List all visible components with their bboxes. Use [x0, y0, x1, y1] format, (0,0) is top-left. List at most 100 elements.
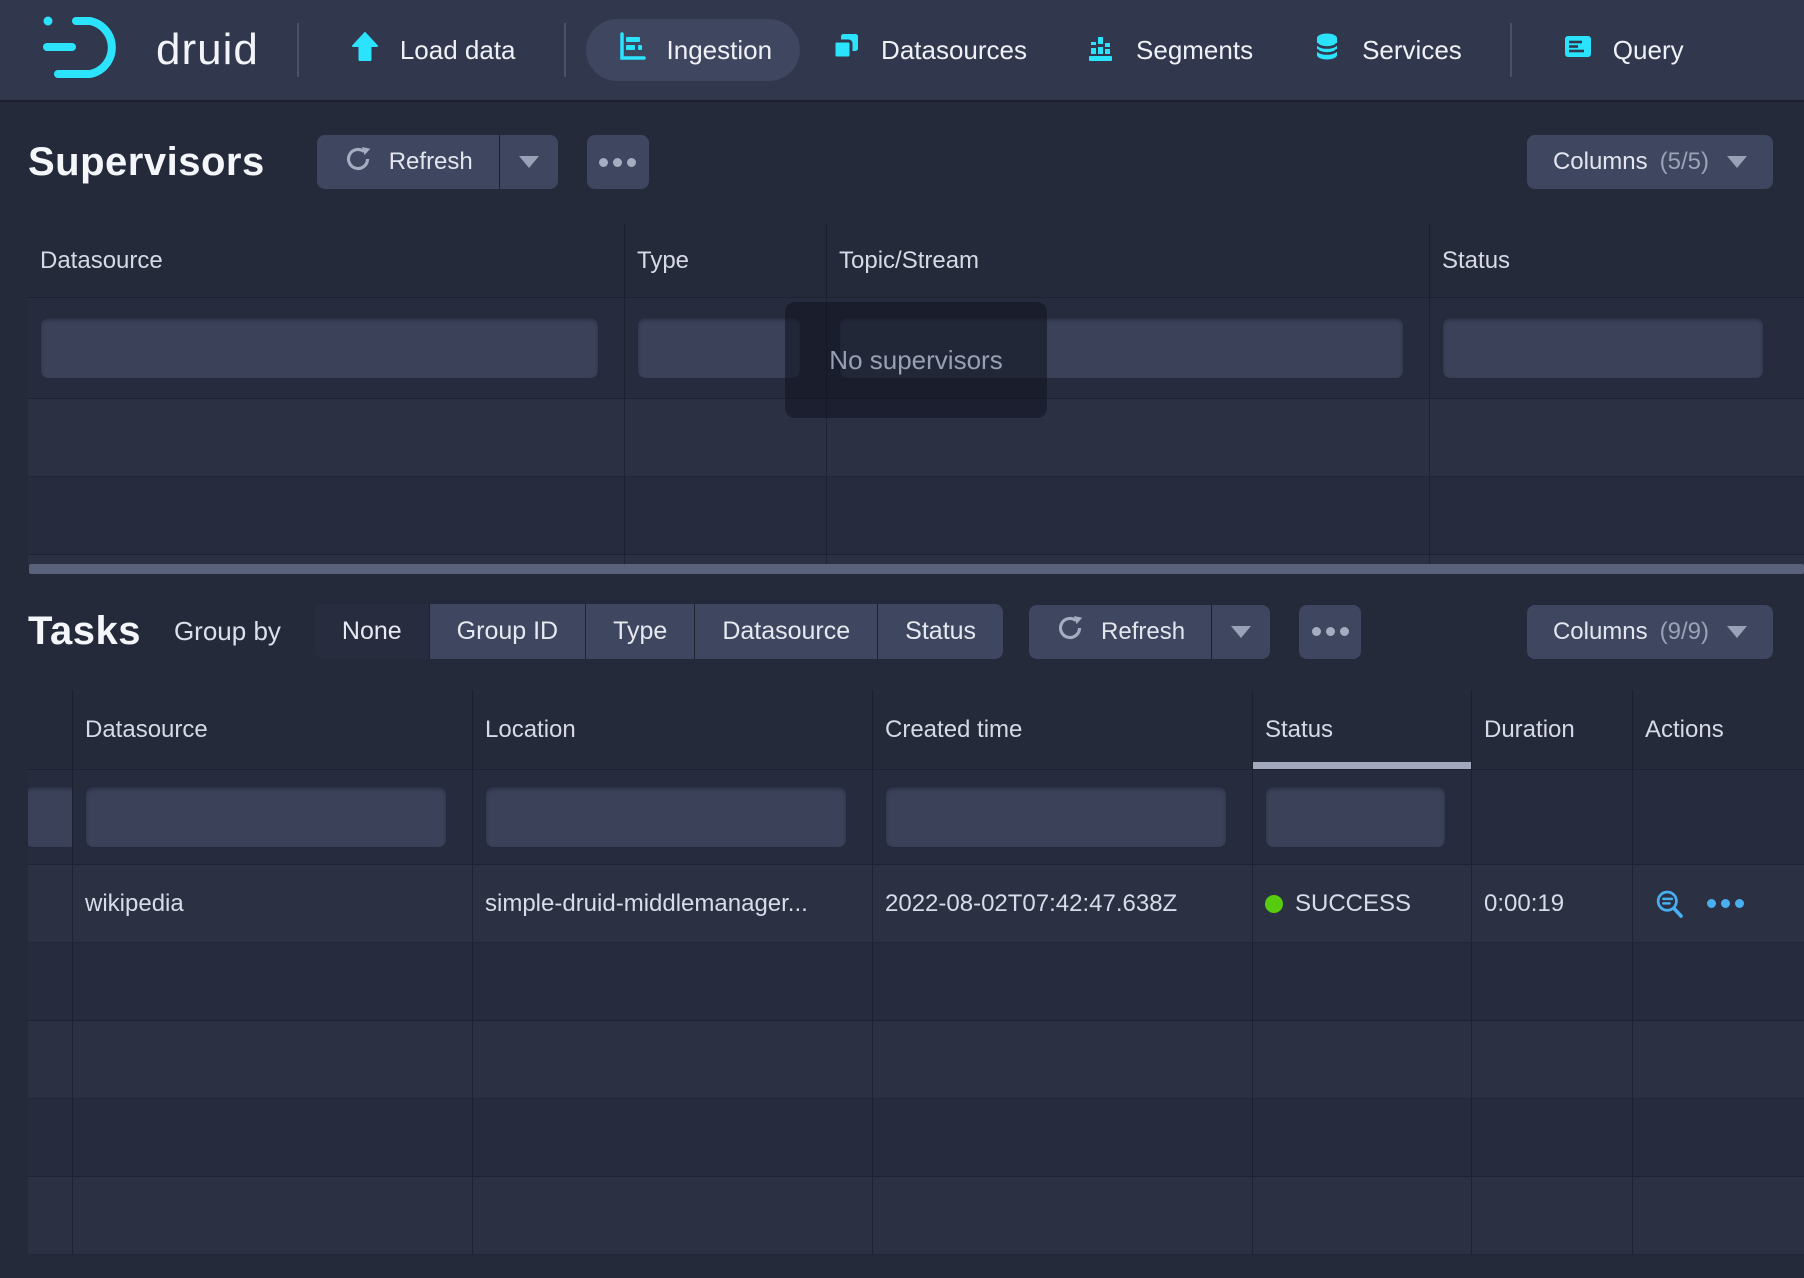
nav-item-load-data[interactable]: Load data [319, 19, 544, 81]
chevron-down-icon [1727, 156, 1747, 168]
column-header-stub [28, 690, 73, 769]
group-by-label: Group by [174, 616, 281, 647]
bar-chart-icon [1083, 29, 1119, 72]
tasks-more-button[interactable] [1299, 605, 1361, 659]
columns-count: (5/5) [1660, 148, 1709, 176]
supervisors-toolbar: Supervisors Refresh Columns (5/5) [28, 134, 1773, 190]
group-by-datasource-button[interactable]: Datasource [694, 604, 877, 659]
table-row [28, 555, 1804, 564]
nav-item-query[interactable]: Query [1532, 19, 1712, 81]
task-datasource-cell: wikipedia [73, 865, 473, 942]
datasource-filter-input[interactable] [85, 786, 447, 848]
group-by-button-group: None Group ID Type Datasource Status [315, 604, 1003, 659]
column-header-type[interactable]: Type [625, 224, 827, 297]
refresh-icon [1055, 613, 1085, 650]
column-header-duration[interactable]: Duration [1472, 690, 1633, 769]
chevron-down-icon [1727, 626, 1747, 638]
console-icon [1560, 29, 1596, 72]
column-header-topic-stream[interactable]: Topic/Stream [827, 224, 1430, 297]
topic-stream-filter-input[interactable] [839, 317, 1404, 379]
task-status-cell: SUCCESS [1253, 865, 1472, 942]
nav-item-label: Segments [1136, 35, 1253, 66]
refresh-icon [343, 144, 373, 181]
column-header-location[interactable]: Location [473, 690, 873, 769]
group-by-group-id-button[interactable]: Group ID [429, 604, 585, 659]
created-time-filter-input[interactable] [885, 786, 1227, 848]
nav-item-label: Ingestion [667, 35, 773, 66]
column-header-status[interactable]: Status [1253, 690, 1472, 769]
task-row-wikipedia: wikipedia simple-druid-middlemanager... … [28, 865, 1804, 943]
nav-item-services[interactable]: Services [1281, 19, 1490, 81]
gantt-chart-icon [614, 29, 650, 72]
refresh-label: Refresh [389, 148, 473, 176]
chevron-down-icon [1231, 626, 1251, 638]
tasks-filter-row [28, 770, 1804, 865]
columns-label: Columns [1553, 618, 1648, 646]
column-header-actions[interactable]: Actions [1633, 690, 1804, 769]
brand-name: druid [156, 25, 259, 75]
group-by-status-button[interactable]: Status [877, 604, 1003, 659]
columns-count: (9/9) [1660, 618, 1709, 646]
supervisors-table: Datasource Type Topic/Stream Status No s… [28, 224, 1804, 564]
nav-item-datasources[interactable]: Datasources [800, 19, 1055, 81]
upload-arrow-icon [347, 29, 383, 72]
datasource-filter-input[interactable] [40, 317, 599, 379]
layers-icon [828, 29, 864, 72]
nav-item-label: Query [1613, 35, 1684, 66]
column-header-created-time[interactable]: Created time [873, 690, 1253, 769]
supervisors-columns-button[interactable]: Columns (5/5) [1527, 135, 1773, 189]
nav-divider [564, 23, 566, 77]
columns-label: Columns [1553, 148, 1648, 176]
supervisors-refresh-button[interactable]: Refresh [317, 135, 500, 189]
stub-filter-input[interactable] [28, 786, 73, 848]
tasks-table: Datasource Location Created time Status … [28, 690, 1804, 1255]
more-icon [1312, 627, 1321, 636]
nav-divider [297, 23, 299, 77]
status-filter-input[interactable] [1442, 317, 1764, 379]
refresh-label: Refresh [1101, 618, 1185, 646]
supervisors-table-header: Datasource Type Topic/Stream Status [28, 224, 1804, 298]
column-header-datasource[interactable]: Datasource [28, 224, 625, 297]
location-filter-input[interactable] [485, 786, 847, 848]
type-filter-input[interactable] [637, 317, 801, 379]
column-header-datasource[interactable]: Datasource [73, 690, 473, 769]
table-row [28, 1177, 1804, 1255]
supervisors-more-button[interactable] [587, 135, 649, 189]
brand[interactable]: druid [22, 11, 277, 90]
supervisors-title: Supervisors [28, 140, 265, 185]
database-icon [1309, 29, 1345, 72]
chevron-down-icon [519, 156, 539, 168]
tasks-refresh-dropdown-button[interactable] [1212, 605, 1270, 659]
group-by-none-button[interactable]: None [315, 604, 429, 659]
tasks-table-header: Datasource Location Created time Status … [28, 690, 1804, 770]
supervisors-refresh-split-button: Refresh [317, 135, 558, 189]
nav-item-label: Load data [400, 35, 516, 66]
task-duration-cell: 0:00:19 [1472, 865, 1633, 942]
more-icon [599, 158, 608, 167]
horizontal-scrollbar[interactable] [29, 564, 1804, 574]
nav-divider [1510, 23, 1512, 77]
tasks-toolbar: Tasks Group by None Group ID Type Dataso… [28, 604, 1773, 659]
table-row [28, 477, 1804, 555]
table-row [28, 399, 1804, 477]
column-header-status[interactable]: Status [1430, 224, 1804, 297]
task-actions-cell [1633, 865, 1804, 942]
success-status-icon [1265, 895, 1283, 913]
table-row [28, 1099, 1804, 1177]
nav-bar: druid Load data Ingestion [0, 0, 1804, 100]
task-location-cell: simple-druid-middlemanager... [473, 865, 873, 942]
view-details-magnifier-icon[interactable] [1653, 888, 1685, 920]
status-filter-input[interactable] [1265, 786, 1446, 848]
status-text: SUCCESS [1295, 890, 1411, 918]
tasks-title: Tasks [28, 609, 141, 654]
supervisors-filter-row [28, 298, 1804, 399]
nav-item-ingestion[interactable]: Ingestion [586, 19, 801, 81]
nav-item-label: Services [1362, 35, 1462, 66]
nav-item-segments[interactable]: Segments [1055, 19, 1281, 81]
supervisors-refresh-dropdown-button[interactable] [500, 135, 558, 189]
druid-logo-icon [36, 11, 142, 90]
row-actions-more-icon[interactable] [1707, 899, 1744, 908]
group-by-type-button[interactable]: Type [585, 604, 694, 659]
tasks-refresh-button[interactable]: Refresh [1029, 605, 1212, 659]
tasks-columns-button[interactable]: Columns (9/9) [1527, 605, 1773, 659]
